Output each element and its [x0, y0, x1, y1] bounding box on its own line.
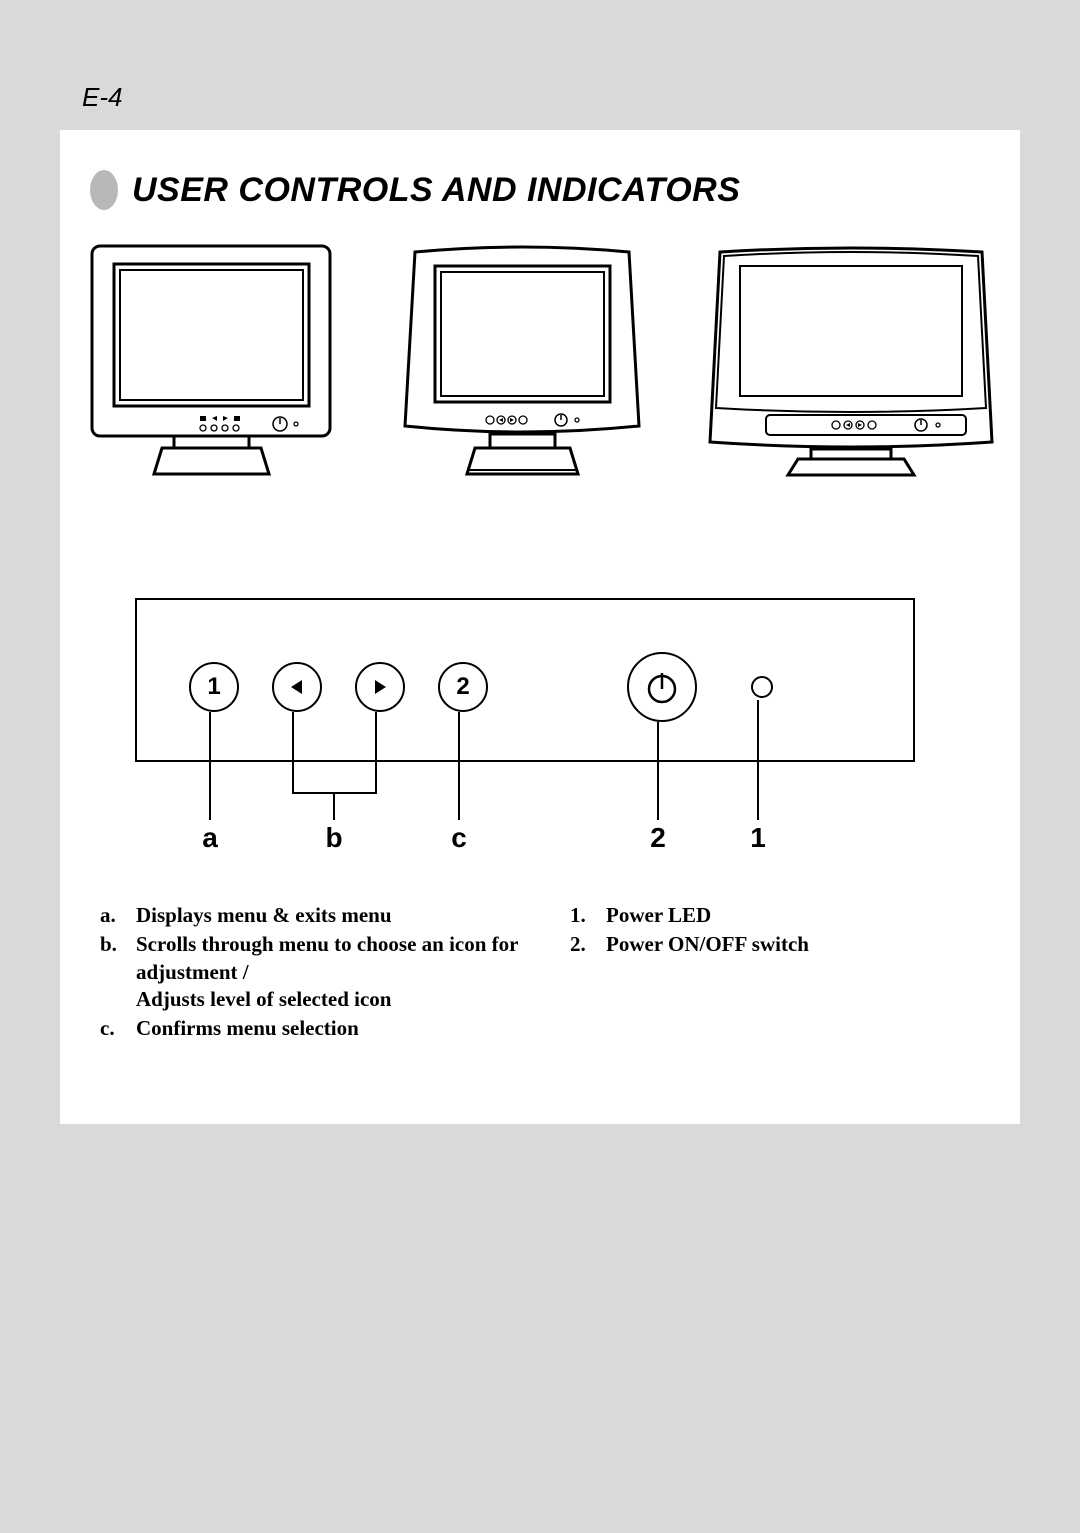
button-2: 2	[438, 662, 488, 712]
power-button	[627, 652, 697, 722]
monitor-illustration-2	[395, 238, 650, 478]
control-panel-strip: 1 2	[135, 598, 915, 762]
desc-text: Scrolls through menu to choose an icon f…	[136, 931, 530, 1013]
descriptions: a. Displays menu & exits menu b. Scrolls…	[80, 902, 1000, 1044]
monitor-illustration-1	[84, 238, 339, 478]
button-left	[272, 662, 322, 712]
desc-item-1: 1. Power LED	[570, 902, 1000, 929]
desc-item-2: 2. Power ON/OFF switch	[570, 931, 1000, 958]
button-right	[355, 662, 405, 712]
manual-page: E-4 USER CONTROLS AND INDICATORS	[0, 0, 1080, 1533]
label-a: a	[202, 822, 218, 854]
desc-key: b.	[100, 931, 120, 1013]
page-number: E-4	[82, 82, 122, 113]
desc-key: 2.	[570, 931, 590, 958]
desc-key: 1.	[570, 902, 590, 929]
button-1: 1	[189, 662, 239, 712]
bullet-icon	[90, 170, 118, 210]
monitors-illustration-row	[80, 238, 1000, 478]
desc-item-a: a. Displays menu & exits menu	[100, 902, 530, 929]
desc-text: Power ON/OFF switch	[606, 931, 809, 958]
desc-text: Confirms menu selection	[136, 1015, 359, 1042]
desc-text: Power LED	[606, 902, 711, 929]
descriptions-left: a. Displays menu & exits menu b. Scrolls…	[100, 902, 530, 1044]
triangle-right-icon	[370, 677, 390, 697]
triangle-left-icon	[287, 677, 307, 697]
section-header: USER CONTROLS AND INDICATORS	[90, 170, 1000, 210]
desc-key: a.	[100, 902, 120, 929]
label-1: 1	[750, 822, 766, 854]
label-b: b	[325, 822, 342, 854]
desc-key: c.	[100, 1015, 120, 1042]
label-2: 2	[650, 822, 666, 854]
monitor-illustration-3	[706, 238, 996, 478]
section-title: USER CONTROLS AND INDICATORS	[132, 171, 740, 210]
desc-item-b: b. Scrolls through menu to choose an ico…	[100, 931, 530, 1013]
descriptions-right: 1. Power LED 2. Power ON/OFF switch	[570, 902, 1000, 1044]
desc-text: Displays menu & exits menu	[136, 902, 392, 929]
page-content: USER CONTROLS AND INDICATORS	[60, 130, 1020, 1124]
power-led	[751, 676, 773, 698]
desc-item-c: c. Confirms menu selection	[100, 1015, 530, 1042]
control-panel-diagram: 1 2	[135, 598, 915, 840]
label-c: c	[451, 822, 467, 854]
label-connectors: a b c 2 1	[135, 762, 915, 840]
power-icon	[642, 667, 682, 707]
